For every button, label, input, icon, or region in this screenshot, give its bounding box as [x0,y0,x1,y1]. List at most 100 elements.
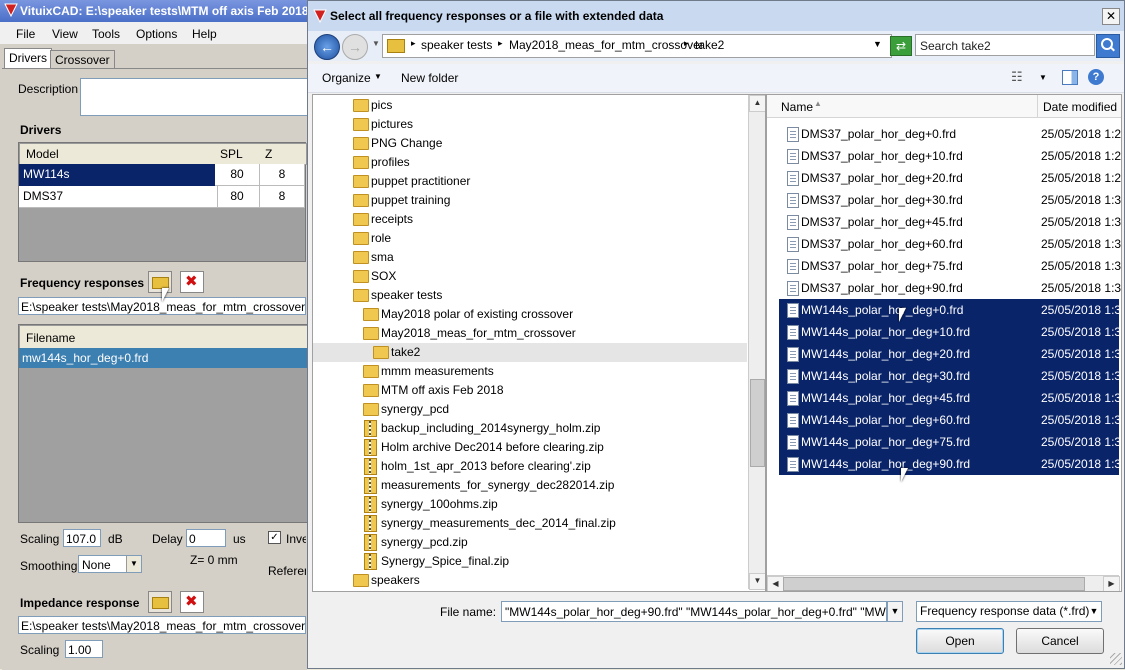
file-name-input[interactable]: "MW144s_polar_hor_deg+90.frd" "MW144s_po… [501,601,887,622]
description-field[interactable] [80,78,310,116]
file-type-select[interactable]: Frequency response data (*.frd) [916,601,1102,622]
zip-folder-icon [364,420,377,437]
file-row[interactable]: DMS37_polar_hor_deg+90.frd 25/05/2018 1:3… [779,277,1121,299]
tree-item-label: measurements_for_synergy_dec282014.zip [381,478,615,492]
menu-view[interactable]: View [52,27,78,41]
chevron-down-icon[interactable]: ▼ [1087,603,1101,620]
menu-help[interactable]: Help [192,27,217,41]
file-name: DMS37_polar_hor_deg+90.frd [801,281,963,295]
new-folder-button[interactable]: New folder [401,71,458,85]
smoothing-label: Smoothing [20,559,78,573]
tree-scrollbar[interactable]: ▲ ▼ [748,95,765,590]
list-scroll-thumb[interactable] [783,577,1085,591]
menu-options[interactable]: Options [136,27,177,41]
column-name[interactable]: Name [781,100,813,114]
file-name-label: File name: [440,605,497,619]
chevron-right-icon[interactable]: ▸ [498,38,503,49]
resize-grip-icon[interactable] [1110,653,1122,665]
file-row[interactable]: MW144s_polar_hor_deg+0.frd 25/05/2018 1:3… [779,299,1121,321]
scroll-down-icon[interactable]: ▼ [749,573,765,590]
driver-model-cell: MW114s [19,164,218,186]
smoothing-select[interactable]: None ▼ [78,555,142,573]
file-row[interactable]: MW144s_polar_hor_deg+60.frd 25/05/2018 1:… [779,409,1121,431]
back-arrow-icon[interactable]: ← [314,34,340,60]
tree-item[interactable]: take2 [313,343,747,362]
file-row[interactable]: MW144s_polar_hor_deg+75.frd 25/05/2018 1:… [779,431,1121,453]
smoothing-value: None [82,558,111,572]
file-row[interactable]: MW144s_polar_hor_deg+10.frd 25/05/2018 1:… [779,321,1122,343]
chevron-right-icon[interactable]: ▸ [411,38,416,49]
file-row[interactable]: DMS37_polar_hor_deg+10.frd 25/05/2018 1:2… [779,145,1121,167]
column-divider[interactable] [1037,95,1038,117]
address-bar[interactable]: ▸ speaker tests ▸ May2018_meas_for_mtm_c… [382,34,892,58]
scroll-left-icon[interactable]: ◀ [767,576,784,591]
open-button[interactable]: Open [916,628,1004,654]
file-row[interactable]: DMS37_polar_hor_deg+0.frd 25/05/2018 1:29 [779,123,1121,145]
chevron-down-icon[interactable]: ▼ [887,601,903,622]
column-z[interactable]: Z [265,147,272,161]
zip-folder-icon [364,534,377,551]
file-row[interactable]: MW144s_polar_hor_deg+30.frd 25/05/2018 1:… [779,365,1121,387]
cancel-button[interactable]: Cancel [1016,628,1104,654]
filename-row[interactable]: mw144s_hor_deg+0.frd [19,348,307,368]
file-row[interactable]: DMS37_polar_hor_deg+75.frd 25/05/2018 1:3… [779,255,1121,277]
menu-file[interactable]: File [16,27,35,41]
app-title-bar: VituixCAD: E:\speaker tests\MTM off axis… [0,0,320,22]
help-icon[interactable]: ? [1088,69,1104,85]
file-icon [787,259,799,274]
file-row[interactable]: DMS37_polar_hor_deg+30.frd 25/05/2018 1:3… [779,189,1121,211]
scroll-up-icon[interactable]: ▲ [749,95,765,112]
file-row[interactable]: MW144s_polar_hor_deg+20.frd 25/05/2018 1:… [779,343,1121,365]
preview-pane-icon[interactable] [1062,70,1078,85]
tree-scroll-thumb[interactable] [750,379,765,467]
search-icon[interactable] [1096,34,1120,58]
tree-item-label: PNG Change [371,136,443,150]
search-input[interactable]: Search take2 [915,34,1095,56]
forward-arrow-icon[interactable]: → [342,34,368,60]
open-impedance-folder-icon[interactable] [148,591,172,613]
column-filename[interactable]: Filename [26,331,75,345]
scroll-right-icon[interactable]: ▶ [1103,576,1120,591]
breadcrumb-may2018[interactable]: May2018_meas_for_mtm_crossover [509,38,704,52]
breadcrumb-take2[interactable]: take2 [695,38,724,52]
chevron-down-icon[interactable]: ▼ [873,39,882,49]
close-icon[interactable]: ✕ [1102,8,1120,25]
driver-row[interactable]: MW114s 80 8 [19,164,305,186]
refresh-icon[interactable]: ⇄ [890,36,912,56]
folder-icon [353,574,369,587]
scaling-input[interactable]: 107.0 [63,529,101,547]
menu-tools[interactable]: Tools [92,27,120,41]
view-list-icon[interactable]: ☷ [1011,69,1023,85]
chevron-down-icon[interactable]: ▼ [372,39,380,48]
impedance-scaling-input[interactable]: 1.00 [65,640,103,658]
driver-row[interactable]: DMS37 80 8 [19,186,305,208]
chevron-down-icon[interactable]: ▼ [126,556,141,572]
column-spl[interactable]: SPL [220,147,243,161]
organize-button[interactable]: Organize [322,71,371,85]
file-row[interactable]: MW144s_polar_hor_deg+45.frd 25/05/2018 1:… [779,387,1122,409]
column-date-modified[interactable]: Date modified [1043,100,1117,114]
vituixcad-logo-icon [313,9,327,23]
file-name: DMS37_polar_hor_deg+45.frd [801,215,963,229]
remove-impedance-icon[interactable] [180,591,204,613]
remove-frequency-icon[interactable] [180,271,204,293]
chevron-down-icon[interactable]: ▼ [374,72,382,81]
delay-input[interactable]: 0 [186,529,226,547]
file-row[interactable]: MW144s_polar_hor_deg+90.frd 25/05/2018 1:… [779,453,1121,475]
file-row[interactable]: DMS37_polar_hor_deg+20.frd 25/05/2018 1:2… [779,167,1121,189]
file-row[interactable]: DMS37_polar_hor_deg+60.frd 25/05/2018 1:3… [779,233,1121,255]
file-date: 25/05/2018 1:34 [1041,325,1122,339]
breadcrumb-speaker-tests[interactable]: speaker tests [421,38,492,52]
invert-checkbox[interactable]: ✓ [268,531,281,544]
tab-crossover[interactable]: Crossover [50,50,115,69]
column-model[interactable]: Model [26,147,59,161]
chevron-right-icon[interactable]: ▸ [684,38,689,49]
chevron-down-icon[interactable]: ▼ [1039,73,1047,82]
file-date: 25/05/2018 1:35 [1041,391,1122,405]
file-row[interactable]: DMS37_polar_hor_deg+45.frd 25/05/2018 1:3… [779,211,1121,233]
driver-model-cell: DMS37 [19,186,218,208]
file-name: MW144s_polar_hor_deg+20.frd [801,347,971,361]
tab-drivers[interactable]: Drivers [4,48,52,69]
impedance-path-field[interactable]: E:\speaker tests\May2018_meas_for_mtm_cr… [18,616,306,634]
list-hscrollbar[interactable]: ◀ ▶ [767,575,1120,591]
